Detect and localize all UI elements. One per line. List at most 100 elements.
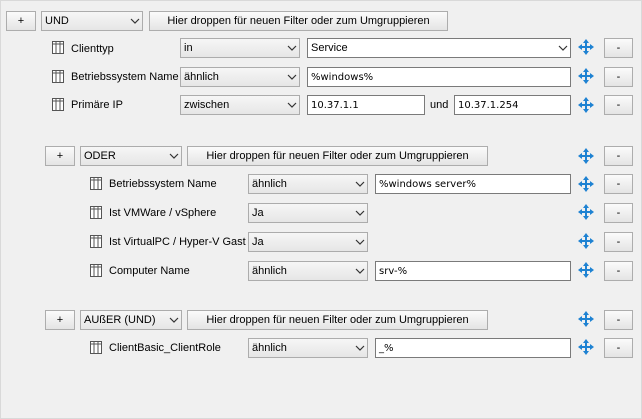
- value-input-computer-name[interactable]: srv-%: [375, 261, 571, 281]
- field-label-clienttyp: Clienttyp: [71, 43, 114, 55]
- drop-label: Hier droppen für neuen Filter oder zum U…: [167, 14, 430, 27]
- field-label-computer-name: Computer Name: [109, 265, 190, 277]
- operator-value: zwischen: [184, 99, 230, 111]
- chevron-down-icon: [167, 317, 181, 323]
- remove-filter-button[interactable]: -: [604, 38, 633, 58]
- move-arrows-icon[interactable]: [578, 68, 594, 87]
- remove-filter-button[interactable]: -: [604, 338, 633, 358]
- table-icon: [90, 177, 102, 193]
- value-text: _%: [379, 342, 394, 354]
- operator-select-virtualpc[interactable]: Ja: [248, 232, 368, 252]
- remove-label: -: [616, 149, 621, 162]
- chevron-down-icon: [285, 74, 299, 80]
- value-text: 10.37.1.1: [311, 99, 359, 111]
- table-icon: [90, 206, 102, 222]
- operator-value: ähnlich: [252, 265, 287, 277]
- remove-label: -: [616, 235, 621, 248]
- chevron-down-icon: [353, 345, 367, 351]
- remove-label: -: [616, 341, 621, 354]
- operator-select-vmware[interactable]: Ja: [248, 203, 368, 223]
- chevron-down-icon: [353, 181, 367, 187]
- move-arrows-icon[interactable]: [578, 39, 594, 58]
- root-drop-zone-button[interactable]: Hier droppen für neuen Filter oder zum U…: [149, 11, 448, 31]
- ausser-add-filter-button[interactable]: +: [45, 310, 75, 330]
- value-input-os-name[interactable]: %windows server%: [375, 174, 571, 194]
- move-arrows-icon[interactable]: [578, 262, 594, 281]
- move-arrows-icon[interactable]: [578, 204, 594, 223]
- value-text: Service: [311, 42, 348, 54]
- root-operator-select[interactable]: UND: [41, 11, 143, 31]
- operator-select-client-role[interactable]: ähnlich: [248, 338, 368, 358]
- ausser-operator-select[interactable]: AUßER (UND): [80, 310, 182, 330]
- operator-value: ähnlich: [184, 71, 219, 83]
- table-icon: [90, 235, 102, 251]
- remove-filter-button[interactable]: -: [604, 174, 633, 194]
- operator-select-os-name[interactable]: ähnlich: [180, 67, 300, 87]
- remove-filter-button[interactable]: -: [604, 95, 633, 115]
- value-input-ip-from[interactable]: 10.37.1.1: [307, 95, 425, 115]
- chevron-down-icon: [285, 45, 299, 51]
- root-add-filter-button[interactable]: +: [6, 11, 36, 31]
- operator-value: in: [184, 42, 193, 54]
- table-icon: [90, 264, 102, 280]
- add-label: +: [17, 14, 25, 27]
- remove-filter-button[interactable]: -: [604, 261, 633, 281]
- drop-label: Hier droppen für neuen Filter oder zum U…: [206, 313, 469, 326]
- oder-drop-zone-button[interactable]: Hier droppen für neuen Filter oder zum U…: [187, 146, 488, 166]
- chevron-down-icon: [353, 210, 367, 216]
- remove-filter-button[interactable]: -: [604, 67, 633, 87]
- oder-add-filter-button[interactable]: +: [45, 146, 75, 166]
- drop-label: Hier droppen für neuen Filter oder zum U…: [206, 149, 469, 162]
- operator-value: UND: [45, 15, 69, 27]
- between-and-label: und: [430, 99, 449, 111]
- remove-label: -: [616, 264, 621, 277]
- remove-group-button[interactable]: -: [604, 310, 633, 330]
- chevron-down-icon: [353, 239, 367, 245]
- chevron-down-icon: [353, 268, 367, 274]
- move-arrows-icon[interactable]: [578, 97, 594, 116]
- filter-editor-panel: + UND Hier droppen für neuen Filter oder…: [0, 0, 642, 419]
- remove-label: -: [616, 313, 621, 326]
- move-arrows-icon[interactable]: [578, 311, 594, 330]
- move-arrows-icon[interactable]: [578, 233, 594, 252]
- value-select-clienttyp[interactable]: Service: [307, 38, 571, 58]
- table-icon: [52, 98, 64, 114]
- remove-filter-button[interactable]: -: [604, 203, 633, 223]
- value-text: srv-%: [379, 265, 408, 277]
- value-text: 10.37.1.254: [458, 99, 519, 111]
- operator-value: ähnlich: [252, 178, 287, 190]
- chevron-down-icon: [556, 45, 570, 51]
- remove-filter-button[interactable]: -: [604, 232, 633, 252]
- field-label-virtualpc: Ist VirtualPC / Hyper-V Gast: [109, 236, 246, 248]
- operator-value: ähnlich: [252, 342, 287, 354]
- add-label: +: [56, 149, 64, 162]
- ausser-drop-zone-button[interactable]: Hier droppen für neuen Filter oder zum U…: [187, 310, 488, 330]
- move-arrows-icon[interactable]: [578, 339, 594, 358]
- operator-select-os-name[interactable]: ähnlich: [248, 174, 368, 194]
- value-text: %windows%: [311, 71, 374, 83]
- field-label-client-role: ClientBasic_ClientRole: [109, 342, 221, 354]
- table-icon: [52, 70, 64, 86]
- table-icon: [90, 341, 102, 357]
- value-input-os-name[interactable]: %windows%: [307, 67, 571, 87]
- remove-label: -: [616, 70, 621, 83]
- add-label: +: [56, 313, 64, 326]
- remove-group-button[interactable]: -: [604, 146, 633, 166]
- operator-select-primary-ip[interactable]: zwischen: [180, 95, 300, 115]
- move-arrows-icon[interactable]: [578, 176, 594, 195]
- value-input-ip-to[interactable]: 10.37.1.254: [454, 95, 571, 115]
- move-arrows-icon[interactable]: [578, 148, 594, 167]
- oder-operator-select[interactable]: ODER: [80, 146, 182, 166]
- table-icon: [52, 41, 64, 57]
- operator-value: Ja: [252, 207, 264, 219]
- value-text: %windows server%: [379, 178, 476, 190]
- operator-select-computer-name[interactable]: ähnlich: [248, 261, 368, 281]
- remove-label: -: [616, 177, 621, 190]
- remove-label: -: [616, 41, 621, 54]
- operator-select-clienttyp[interactable]: in: [180, 38, 300, 58]
- chevron-down-icon: [167, 153, 181, 159]
- value-input-client-role[interactable]: _%: [375, 338, 571, 358]
- field-label-primary-ip: Primäre IP: [71, 99, 123, 111]
- field-label-vmware: Ist VMWare / vSphere: [109, 207, 217, 219]
- remove-label: -: [616, 206, 621, 219]
